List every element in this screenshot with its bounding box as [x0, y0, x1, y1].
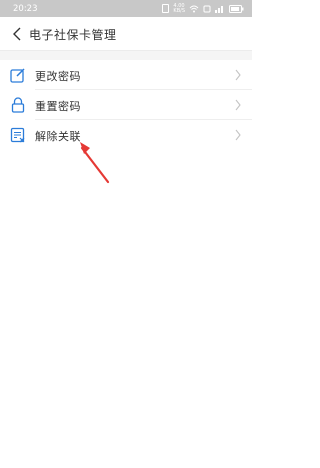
- menu-item-label: 更改密码: [35, 70, 81, 83]
- notification-icon: [162, 4, 170, 13]
- chevron-right-icon: [235, 99, 241, 111]
- lock-icon: [9, 96, 27, 114]
- section-separator: [0, 51, 252, 60]
- edit-icon: [9, 66, 27, 84]
- menu-item-label: 重置密码: [35, 100, 81, 113]
- menu-list: 更改密码 重置密码 解除关联: [0, 60, 252, 150]
- menu-item-reset-password[interactable]: 重置密码: [0, 90, 252, 120]
- status-bar: 20:23 4.00 KB/S: [0, 0, 252, 17]
- battery-icon: [229, 4, 245, 13]
- wifi-icon: [189, 5, 199, 13]
- nav-bar: 电子社保卡管理: [0, 17, 252, 51]
- menu-item-label: 解除关联: [35, 130, 81, 143]
- annotation-arrow: [80, 142, 110, 184]
- signal-icon: [215, 5, 225, 13]
- menu-item-change-password[interactable]: 更改密码: [0, 60, 252, 90]
- page-title: 电子社保卡管理: [29, 28, 117, 42]
- network-speed: 4.00 KB/S: [173, 3, 185, 14]
- network-speed-unit: KB/S: [173, 7, 185, 14]
- unlink-icon: [9, 126, 27, 144]
- menu-item-unlink[interactable]: 解除关联: [0, 120, 252, 150]
- chevron-left-icon: [13, 27, 21, 41]
- chevron-right-icon: [235, 129, 241, 141]
- status-icons: 4.00 KB/S: [162, 3, 245, 14]
- back-button[interactable]: [6, 22, 28, 46]
- sim-icon: [203, 5, 211, 13]
- status-time: 20:23: [13, 3, 38, 14]
- chevron-right-icon: [235, 69, 241, 81]
